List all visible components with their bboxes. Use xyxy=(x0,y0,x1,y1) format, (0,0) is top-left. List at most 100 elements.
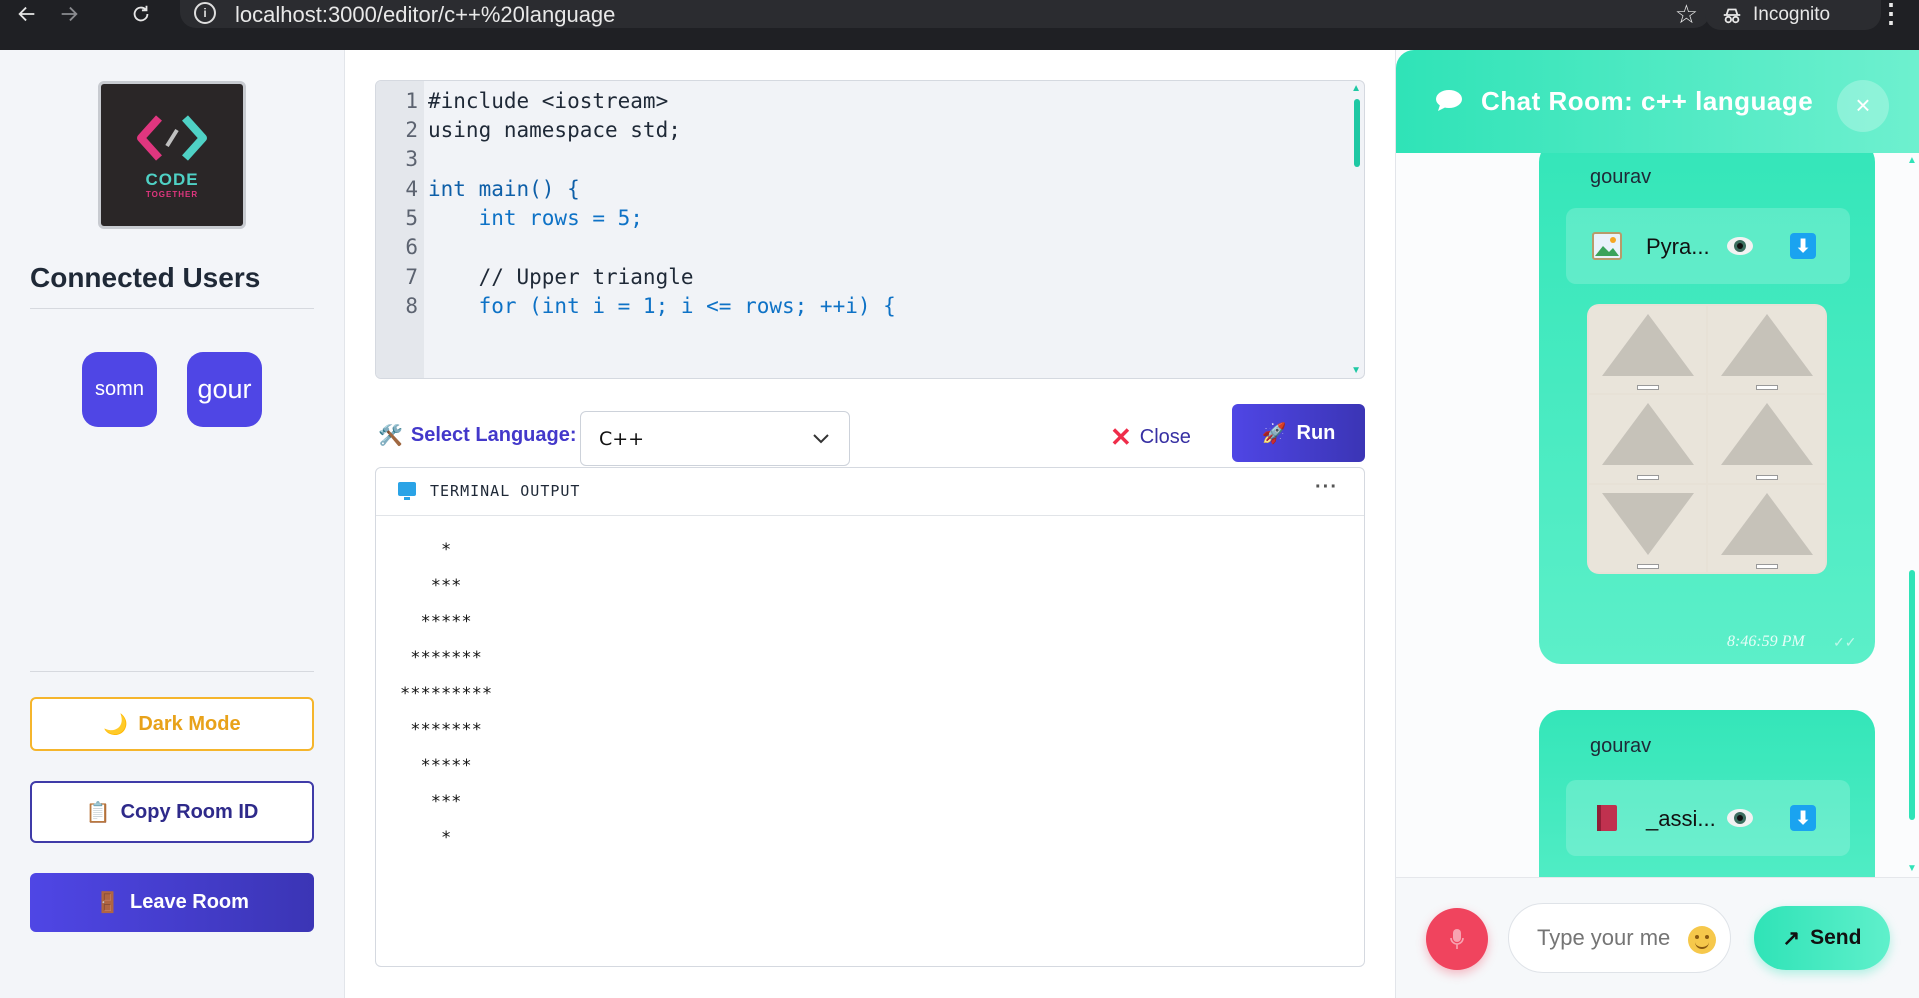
leave-room-button[interactable]: 🚪 Leave Room xyxy=(30,873,314,932)
emoji-icon[interactable] xyxy=(1688,926,1716,954)
close-label: Close xyxy=(1139,425,1191,448)
dark-mode-button[interactable]: 🌙 Dark Mode xyxy=(30,697,314,751)
message-time: 8:46:59 PM xyxy=(1727,633,1805,650)
send-button[interactable]: ↗ Send xyxy=(1754,906,1890,970)
terminal-output-line: * xyxy=(400,828,452,848)
url-text[interactable]: localhost:3000/editor/c++%20language xyxy=(235,2,615,28)
browser-chrome: i localhost:3000/editor/c++%20language ☆… xyxy=(0,0,1919,50)
file-name: Pyra... xyxy=(1646,234,1710,259)
code-text: for (int i = 1; i <= rows; ++i) { xyxy=(428,294,896,318)
read-check-icon: ✓✓ xyxy=(1833,634,1857,650)
moon-icon: 🌙 xyxy=(103,713,129,736)
preview-cell xyxy=(1589,484,1706,572)
line-number: 8 xyxy=(405,294,418,318)
app-logo: CODE TOGETHER xyxy=(98,81,246,229)
bookmark-star-icon[interactable]: ☆ xyxy=(1675,0,1698,28)
app-root: CODE TOGETHER Connected Users somn gour … xyxy=(0,50,1919,998)
selected-language: C++ xyxy=(599,427,645,450)
select-language-text: Select Language: xyxy=(410,424,577,446)
preview-cell xyxy=(1708,395,1825,483)
run-label: Run xyxy=(1296,421,1336,444)
terminal-output-line: *** xyxy=(400,576,462,596)
incognito-label: Incognito xyxy=(1753,4,1831,25)
dark-mode-label: Dark Mode xyxy=(138,712,241,735)
more-options-icon[interactable]: ··· xyxy=(1315,476,1338,499)
terminal-output-line: *** xyxy=(400,792,462,812)
preview-cell xyxy=(1589,306,1706,394)
chat-bubble-icon xyxy=(1436,90,1462,111)
eye-icon[interactable] xyxy=(1726,234,1754,258)
terminal-title: TERMINAL OUTPUT xyxy=(430,482,581,500)
chat-header: Chat Room: c++ language × xyxy=(1396,50,1919,153)
send-label: Send xyxy=(1810,926,1862,949)
address-bar[interactable]: i localhost:3000/editor/c++%20language ☆ xyxy=(180,0,1710,28)
terminal-output-line: ******* xyxy=(400,720,482,740)
site-info-icon[interactable]: i xyxy=(194,2,216,24)
message-sender: gourav xyxy=(1590,735,1652,757)
chat-room-title: Chat Room: c++ language xyxy=(1481,86,1814,116)
send-arrow-icon: ↗ xyxy=(1782,926,1801,950)
book-file-icon xyxy=(1597,805,1617,831)
preview-cell xyxy=(1708,306,1825,394)
message-sender: gourav xyxy=(1590,166,1652,188)
clipboard-icon: 📋 xyxy=(85,801,111,824)
terminal-output-line: ******* xyxy=(400,648,482,668)
terminal-header: TERMINAL OUTPUT ··· xyxy=(376,468,1364,516)
run-button[interactable]: 🚀 Run xyxy=(1232,404,1365,462)
sidebar: CODE TOGETHER Connected Users somn gour … xyxy=(0,50,345,998)
close-terminal-button[interactable]: ✕ Close xyxy=(1110,416,1191,458)
door-icon: 🚪 xyxy=(95,892,120,914)
image-file-icon xyxy=(1592,232,1622,260)
terminal-output-line: ********* xyxy=(400,684,493,704)
copy-room-label: Copy Room ID xyxy=(120,800,259,823)
terminal-panel: TERMINAL OUTPUT ··· * *** ***** ******* … xyxy=(375,467,1365,967)
preview-cell xyxy=(1708,484,1825,572)
incognito-icon xyxy=(1723,8,1741,24)
file-attachment[interactable]: _assi... ⬇ xyxy=(1566,780,1850,856)
download-icon[interactable]: ⬇ xyxy=(1790,805,1816,831)
editor-scrollbar[interactable] xyxy=(1354,99,1360,167)
divider xyxy=(30,308,314,309)
chat-message: gourav Pyra... ⬇ 8:46:59 PM ✓✓ xyxy=(1539,140,1875,664)
code-line[interactable]: 8 for (int i = 1; i <= rows; ++i) { xyxy=(376,288,1364,324)
code-brackets-icon xyxy=(137,114,207,161)
forward-icon[interactable] xyxy=(52,0,86,28)
scroll-down-arrow[interactable]: ▼ xyxy=(1351,365,1361,376)
file-name: _assi... xyxy=(1646,806,1716,831)
scroll-down-arrow[interactable]: ▼ xyxy=(1907,863,1917,874)
logo-subtext: TOGETHER xyxy=(145,189,199,199)
leave-room-label: Leave Room xyxy=(129,891,249,913)
close-chat-button[interactable]: × xyxy=(1837,80,1889,132)
logo-text: CODE xyxy=(145,169,199,189)
tools-icon: 🛠️ xyxy=(378,425,403,447)
download-icon[interactable]: ⬇ xyxy=(1790,233,1816,259)
back-icon[interactable] xyxy=(10,0,44,28)
reload-icon[interactable] xyxy=(124,0,158,28)
chat-scrollbar[interactable] xyxy=(1909,570,1915,820)
user-avatar[interactable]: somn xyxy=(82,352,157,427)
terminal-output-line: ***** xyxy=(400,756,472,776)
copy-room-id-button[interactable]: 📋 Copy Room ID xyxy=(30,781,314,843)
browser-menu-icon[interactable]: ⋮ xyxy=(1876,0,1906,30)
rocket-icon: 🚀 xyxy=(1261,422,1287,445)
scroll-up-arrow[interactable]: ▲ xyxy=(1907,155,1917,166)
chevron-down-icon xyxy=(813,434,829,444)
user-avatar[interactable]: gour xyxy=(187,352,262,427)
close-x-icon: ✕ xyxy=(1110,421,1132,452)
eye-icon[interactable] xyxy=(1726,806,1754,830)
terminal-output-line: * xyxy=(400,540,452,560)
code-editor[interactable]: 1 #include <iostream> 2 using namespace st… xyxy=(375,80,1365,379)
chat-panel: gourav Pyra... ⬇ 8:46:59 PM ✓✓ gourav _a… xyxy=(1395,50,1919,998)
microphone-icon xyxy=(1450,929,1464,949)
monitor-icon xyxy=(398,482,416,500)
language-select[interactable]: C++ xyxy=(580,411,850,466)
file-attachment[interactable]: Pyra... ⬇ xyxy=(1566,208,1850,284)
image-preview[interactable] xyxy=(1587,304,1827,574)
scroll-up-arrow[interactable]: ▲ xyxy=(1351,83,1361,94)
voice-record-button[interactable] xyxy=(1426,908,1488,970)
incognito-badge[interactable]: Incognito xyxy=(1705,0,1881,30)
preview-cell xyxy=(1589,395,1706,483)
connected-users-title: Connected Users xyxy=(30,262,261,293)
terminal-output-line: ***** xyxy=(400,612,472,632)
divider xyxy=(30,671,314,672)
